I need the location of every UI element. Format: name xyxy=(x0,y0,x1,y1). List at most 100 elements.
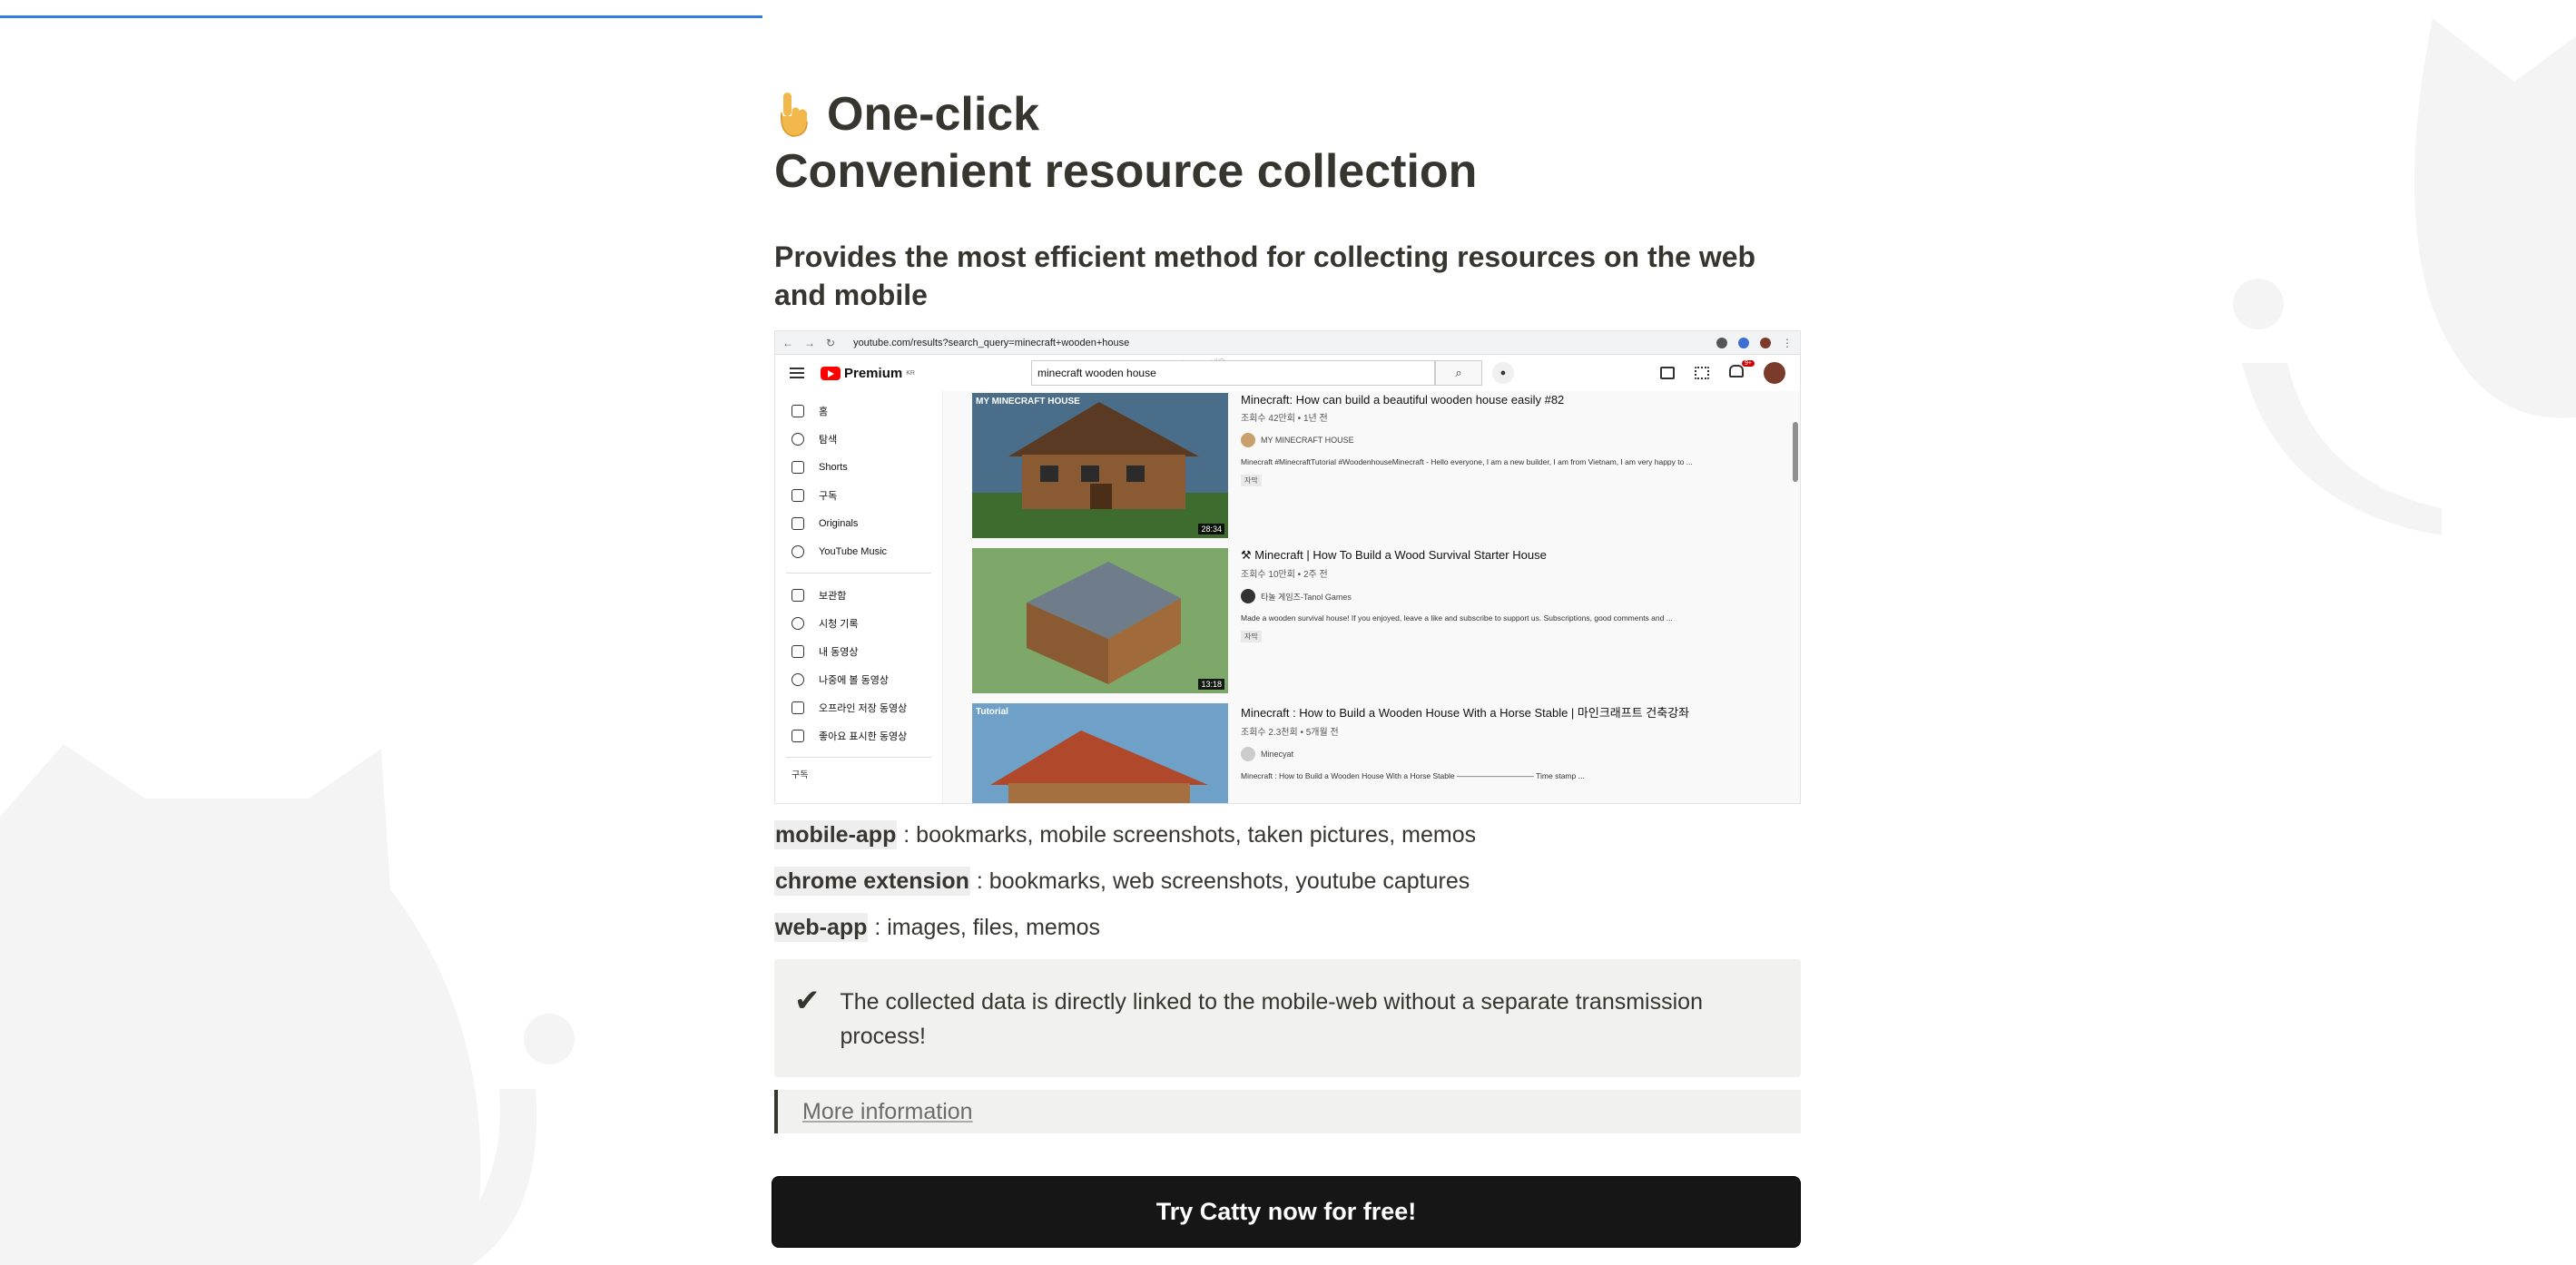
youtube-search-input: minecraft wooden house xyxy=(1031,360,1435,386)
youtube-play-icon xyxy=(821,366,841,380)
apps-grid-icon xyxy=(1695,367,1709,379)
profile-icon xyxy=(1760,337,1771,348)
video-thumbnail: 13:18 xyxy=(972,548,1228,693)
feature-mobile-app: mobile-app : bookmarks, mobile screensho… xyxy=(774,820,1801,849)
main-content: One-click Convenient resource collection… xyxy=(772,87,1801,1248)
channel: Minecyat xyxy=(1241,747,1689,761)
youtube-results-list: MY MINECRAFT HOUSE 28:34 Minecraft: How … xyxy=(943,391,1800,803)
cat-decoration-right-icon xyxy=(2233,18,2576,535)
youtube-logo: Premium KR xyxy=(821,366,915,381)
list-item: 13:18 ⚒ Minecraft | How To Build a Wood … xyxy=(972,546,1771,701)
try-catty-button[interactable]: Try Catty now for free! xyxy=(772,1176,1801,1248)
pointing-hand-icon xyxy=(781,93,808,137)
info-callout: ✔ The collected data is directly linked … xyxy=(774,959,1801,1077)
notification-badge: 9+ xyxy=(1742,359,1755,367)
sidebar-item-my-videos: 내 동영상 xyxy=(775,637,942,665)
video-title: Minecraft: How can build a beautiful woo… xyxy=(1241,393,1565,407)
sidebar-item-music: YouTube Music xyxy=(775,537,942,565)
avatar xyxy=(1764,362,1785,384)
hero-title-line1: One-click xyxy=(774,87,1801,142)
youtube-logo-text: Premium xyxy=(844,365,903,381)
library-icon xyxy=(791,588,804,602)
video-title: Minecraft : How to Build a Wooden House … xyxy=(1241,706,1690,720)
video-duration: 13:18 xyxy=(1198,679,1224,690)
video-thumbnail: MY MINECRAFT HOUSE 28:34 xyxy=(972,393,1228,538)
channel: MY MINECRAFT HOUSE xyxy=(1241,433,1693,447)
channel-avatar xyxy=(1241,589,1255,603)
feature-text: : bookmarks, web screenshots, youtube ca… xyxy=(969,868,1470,894)
feature-web-app: web-app : images, files, memos xyxy=(774,913,1801,942)
forward-icon: → xyxy=(804,336,815,349)
sidebar-item-subscriptions: 구독 xyxy=(775,481,942,509)
video-description: Made a wooden survival house! If you enj… xyxy=(1241,613,1673,623)
music-icon xyxy=(791,544,804,558)
hero-title-text: One-click xyxy=(827,88,1040,141)
page-progress-bar xyxy=(0,15,762,18)
hero-subtitle: Provides the most efficient method for c… xyxy=(774,240,1756,311)
youtube-sidebar: 홈 탐색 Shorts 구독 Originals YouTube Music 보… xyxy=(775,391,943,803)
video-description: Minecraft : How to Build a Wooden House … xyxy=(1241,771,1585,780)
video-thumbnail: Tutorial xyxy=(972,703,1228,803)
menu-icon xyxy=(790,368,804,378)
hero-title-line2: Convenient resource collection xyxy=(774,145,1478,198)
youtube-header: Premium KR www.youtube.com 내용 minecraft … xyxy=(775,355,1800,391)
thumb-up-icon xyxy=(791,729,804,742)
starter-house-thumbnail-icon xyxy=(972,548,1228,693)
sidebar-item-watch-later: 나중에 볼 동영상 xyxy=(775,665,942,693)
download-icon xyxy=(791,701,804,714)
channel: 타놀 게임즈-Tanol Games xyxy=(1241,589,1673,603)
video-duration: 28:34 xyxy=(1198,524,1224,534)
puzzle-icon xyxy=(1738,337,1749,348)
video-meta: 조회수 42만회 • 1년 전 xyxy=(1241,414,1328,424)
microphone-icon: ● xyxy=(1492,362,1514,384)
browser-url-bar: ← → ↻ youtube.com/results?search_query=m… xyxy=(775,331,1800,355)
video-meta: 조회수 2.3천회 • 5개월 전 xyxy=(1241,728,1339,738)
cat-decoration-left-icon xyxy=(0,744,575,1265)
search-icon: ⌕ xyxy=(1435,360,1482,386)
home-icon xyxy=(791,404,804,417)
extension-icon xyxy=(1716,337,1727,348)
more-info-block: More information xyxy=(774,1090,1801,1133)
feature-text: : images, files, memos xyxy=(868,915,1101,940)
youtube-region: KR xyxy=(906,369,915,377)
list-item: Tutorial Minecraft : How to Build a Wood… xyxy=(972,701,1771,803)
more-vert-icon: ⋮ xyxy=(1782,336,1793,349)
list-item: MY MINECRAFT HOUSE 28:34 Minecraft: How … xyxy=(972,391,1771,546)
sidebar-item-home: 홈 xyxy=(775,397,942,425)
caption-badge: 자막 xyxy=(1241,631,1262,642)
sidebar-item-shorts: Shorts xyxy=(775,453,942,481)
compass-icon xyxy=(791,432,804,446)
channel-avatar xyxy=(1241,747,1255,761)
sidebar-item-explore: 탐색 xyxy=(775,425,942,453)
sidebar-item-library: 보관함 xyxy=(775,581,942,609)
feature-key: web-app xyxy=(774,913,869,942)
video-description: Minecraft #MinecraftTutorial #Woodenhous… xyxy=(1241,457,1693,466)
originals-icon xyxy=(791,516,804,530)
wooden-house-thumbnail-icon xyxy=(972,393,1228,538)
feature-key: mobile-app xyxy=(774,820,898,849)
play-icon xyxy=(791,644,804,658)
horse-stable-thumbnail-icon xyxy=(972,703,1228,803)
back-icon: ← xyxy=(782,336,793,349)
results-scrollbar xyxy=(1793,422,1798,482)
thumbnail-tag: MY MINECRAFT HOUSE xyxy=(976,397,1080,407)
sidebar-item-originals: Originals xyxy=(775,509,942,537)
video-meta: 조회수 10만회 • 2주 전 xyxy=(1241,570,1328,580)
notifications-icon: 9+ xyxy=(1729,359,1755,382)
feature-text: : bookmarks, mobile screenshots, taken p… xyxy=(897,822,1477,848)
sidebar-subscriptions-header: 구독 xyxy=(791,770,809,780)
callout-text: The collected data is directly linked to… xyxy=(840,989,1703,1049)
feature-chrome-extension: chrome extension : bookmarks, web screen… xyxy=(774,867,1801,896)
browser-url: youtube.com/results?search_query=minecra… xyxy=(853,337,1130,348)
shorts-icon xyxy=(791,460,804,474)
clock-icon xyxy=(791,672,804,686)
caption-badge: 자막 xyxy=(1241,475,1262,486)
history-icon xyxy=(791,616,804,630)
more-information-link[interactable]: More information xyxy=(802,1099,973,1125)
reload-icon: ↻ xyxy=(826,336,836,349)
thumbnail-tag: Tutorial xyxy=(976,707,1008,717)
sidebar-item-history: 시청 기록 xyxy=(775,609,942,637)
feature-key: chrome extension xyxy=(774,867,970,896)
create-video-icon xyxy=(1660,367,1675,379)
feature-list: mobile-app : bookmarks, mobile screensho… xyxy=(774,820,1801,942)
